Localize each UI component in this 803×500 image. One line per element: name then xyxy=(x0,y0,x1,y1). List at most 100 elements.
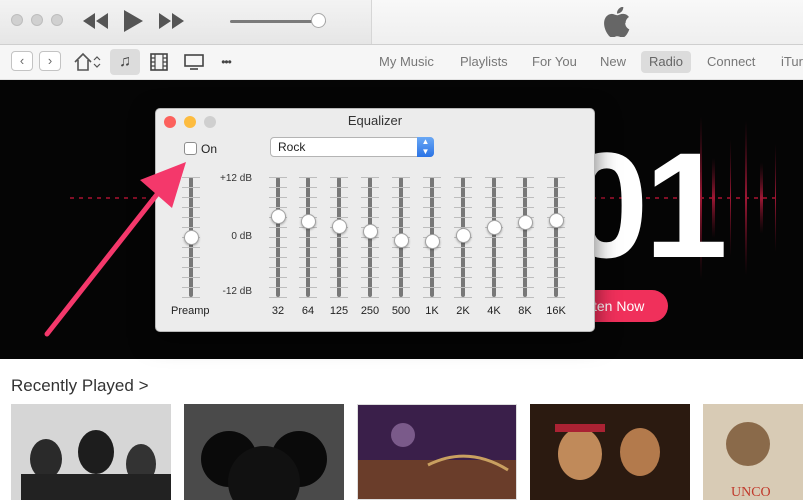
window-minimize-button[interactable] xyxy=(31,14,43,26)
slider-tick xyxy=(485,237,503,238)
slider-tick xyxy=(299,207,317,208)
nav-tab-new[interactable]: New xyxy=(600,45,626,79)
slider-tick xyxy=(182,297,200,298)
slider-tick xyxy=(485,257,503,258)
slider-tick xyxy=(361,297,379,298)
equalizer-on-label[interactable]: On xyxy=(201,142,217,156)
select-arrows-icon: ▲ ▼ xyxy=(417,137,434,157)
album-art-2[interactable] xyxy=(184,404,344,500)
band-500-slider-knob[interactable] xyxy=(394,232,409,248)
slider-tick xyxy=(392,187,410,188)
slider-tick xyxy=(392,177,410,178)
album-art-1[interactable] xyxy=(11,404,171,500)
volume-slider-knob[interactable] xyxy=(311,13,327,28)
slider-tick xyxy=(182,177,200,178)
fast-forward-icon[interactable] xyxy=(159,13,185,32)
slider-tick xyxy=(361,187,379,188)
slider-tick xyxy=(423,177,441,178)
slider-tick xyxy=(330,237,348,238)
slider-tick xyxy=(299,187,317,188)
slider-tick xyxy=(182,217,200,218)
slider-tick xyxy=(392,217,410,218)
preamp-slider-knob[interactable] xyxy=(184,230,199,245)
album-art-5[interactable]: UNCO xyxy=(703,404,803,500)
preset-select[interactable]: Rock ▲ ▼ xyxy=(270,137,434,157)
slider-tick xyxy=(182,197,200,198)
window-close-button[interactable] xyxy=(11,14,23,26)
nav-tab-radio[interactable]: Radio xyxy=(641,51,691,73)
slider-tick xyxy=(516,197,534,198)
nav-tab-itur[interactable]: iTur xyxy=(781,45,803,79)
slider-tick xyxy=(516,187,534,188)
nav-tab-for-you[interactable]: For You xyxy=(532,45,577,79)
nav-tab-playlists[interactable]: Playlists xyxy=(460,45,508,79)
band-8k-slider-knob[interactable] xyxy=(518,215,533,230)
slider-tick xyxy=(392,197,410,198)
film-icon[interactable] xyxy=(145,49,173,75)
band-32-slider-knob[interactable] xyxy=(271,209,286,224)
slider-tick xyxy=(182,267,200,268)
slider-tick xyxy=(182,247,200,248)
slider-tick xyxy=(547,177,565,178)
slider-tick xyxy=(423,227,441,228)
slider-tick xyxy=(361,197,379,198)
window-zoom-button[interactable] xyxy=(51,14,63,26)
home-icon[interactable] xyxy=(72,49,102,75)
slider-tick xyxy=(454,197,472,198)
slider-tick xyxy=(269,187,287,188)
band-64-slider-knob[interactable] xyxy=(301,214,316,229)
equalizer-title: Equalizer xyxy=(347,113,403,128)
slider-tick xyxy=(423,287,441,288)
forward-button[interactable]: › xyxy=(39,51,61,71)
slider-tick xyxy=(269,237,287,238)
equalizer-on-checkbox[interactable] xyxy=(184,142,197,155)
nav-tab-connect[interactable]: Connect xyxy=(707,45,755,79)
band-4k-slider-knob[interactable] xyxy=(487,220,502,235)
db-max-label: +12 dB xyxy=(220,173,252,184)
slider-tick xyxy=(361,257,379,258)
slider-tick xyxy=(423,217,441,218)
nav-tab-my-music[interactable]: My Music xyxy=(379,45,434,79)
apple-logo-icon xyxy=(604,7,630,37)
slider-tick xyxy=(299,177,317,178)
slider-tick xyxy=(392,257,410,258)
slider-tick xyxy=(182,187,200,188)
rewind-icon[interactable] xyxy=(83,13,109,32)
slider-tick xyxy=(485,217,503,218)
band-16k-slider-knob[interactable] xyxy=(549,212,564,228)
slider-tick xyxy=(182,257,200,258)
slider-tick xyxy=(423,297,441,298)
band-250-slider-knob[interactable] xyxy=(363,224,378,239)
slider-tick xyxy=(454,287,472,288)
band-125-slider-knob[interactable] xyxy=(332,218,347,234)
tv-icon[interactable] xyxy=(180,49,208,75)
album-art-4[interactable] xyxy=(530,404,690,500)
slider-tick xyxy=(423,277,441,278)
band-2k-slider-knob[interactable] xyxy=(456,227,471,243)
slider-tick xyxy=(516,257,534,258)
slider-tick xyxy=(361,217,379,218)
slider-tick xyxy=(182,207,200,208)
slider-tick xyxy=(299,247,317,248)
slider-tick xyxy=(454,177,472,178)
svg-text:UNCO: UNCO xyxy=(731,485,771,500)
slider-tick xyxy=(454,187,472,188)
more-icon[interactable]: ••• xyxy=(213,49,239,75)
slider-tick xyxy=(182,277,200,278)
slider-tick xyxy=(423,197,441,198)
status-display xyxy=(371,0,803,44)
band-1k-slider-knob[interactable] xyxy=(425,234,440,249)
play-icon[interactable] xyxy=(123,10,143,35)
preamp-label: Preamp xyxy=(171,305,210,317)
slider-tick xyxy=(547,237,565,238)
slider-tick xyxy=(423,267,441,268)
navigation-bar: ‹ › ♫ ••• My Music Playlists For You New Rad… xyxy=(0,45,803,80)
album-art-3[interactable] xyxy=(357,404,517,500)
slider-tick xyxy=(516,237,534,238)
back-button[interactable]: ‹ xyxy=(11,51,33,71)
slider-tick xyxy=(547,257,565,258)
slider-tick xyxy=(330,257,348,258)
recently-played-heading[interactable]: Recently Played > xyxy=(11,376,149,396)
band-freq-label: 8K xyxy=(518,305,532,317)
music-note-icon[interactable]: ♫ xyxy=(110,49,140,75)
